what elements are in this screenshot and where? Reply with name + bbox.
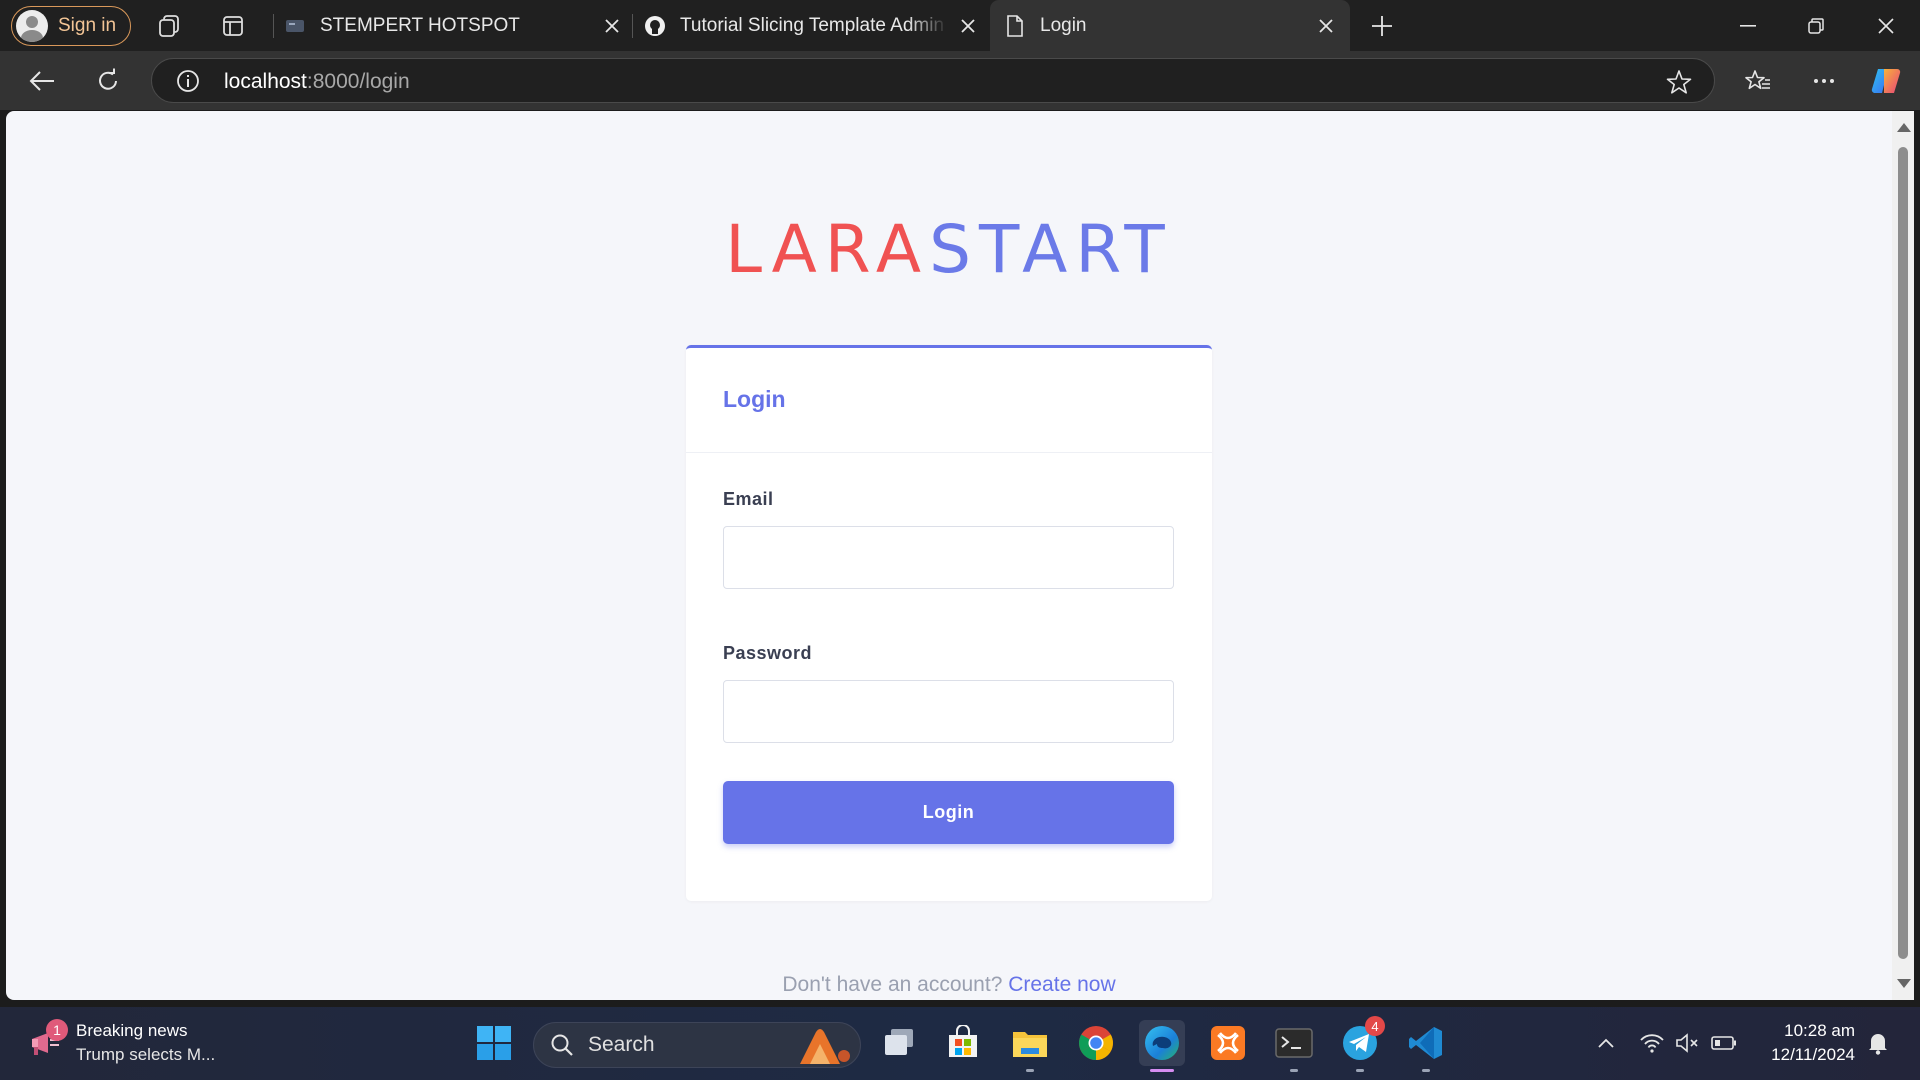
site-info-icon[interactable] [176, 69, 200, 93]
favorite-star-icon[interactable] [1666, 69, 1692, 95]
minimize-window-icon[interactable] [1714, 0, 1782, 51]
avatar-icon [16, 10, 48, 42]
tab-title: Login [1040, 14, 1087, 36]
back-arrow-icon[interactable] [26, 65, 58, 97]
tab-title: Tutorial Slicing Template Admin S [680, 14, 948, 36]
running-indicator [1290, 1069, 1298, 1072]
more-options-icon[interactable] [1808, 65, 1840, 97]
notification-bell-icon[interactable] [1864, 1029, 1892, 1057]
news-badge: 1 [46, 1019, 68, 1041]
search-icon [551, 1034, 573, 1056]
scroll-up-arrow-icon[interactable] [1897, 123, 1911, 132]
windows-taskbar: 1 Breaking news Trump selects M... Searc… [0, 1007, 1920, 1080]
scroll-down-arrow-icon[interactable] [1897, 979, 1911, 988]
workspaces-icon[interactable] [154, 11, 184, 41]
taskbar-search-box[interactable]: Search [533, 1022, 861, 1068]
create-account-link[interactable]: Create now [1008, 973, 1115, 996]
browser-tab-strip: Sign in STEMPERT HOTSPOT Tutorial Slicin… [0, 0, 1920, 51]
running-indicator [1422, 1069, 1430, 1072]
vertical-tabs-icon[interactable] [218, 11, 248, 41]
browser-toolbar: localhost:8000/login [0, 51, 1920, 110]
vertical-scrollbar[interactable] [1892, 111, 1914, 1000]
file-explorer-icon[interactable] [1007, 1020, 1053, 1072]
github-icon [644, 15, 666, 37]
login-card-header: Login [686, 348, 1212, 453]
microsoft-store-icon[interactable] [940, 1020, 986, 1066]
copilot-icon[interactable] [1870, 65, 1902, 97]
page-viewport: LARASTART Login Email Password Login Don… [6, 111, 1892, 1000]
sign-in-label: Sign in [58, 15, 117, 36]
address-bar[interactable]: localhost:8000/login [151, 58, 1715, 103]
site-favicon-icon [284, 15, 306, 37]
login-button[interactable]: Login [723, 781, 1174, 844]
close-tab-icon[interactable] [600, 14, 624, 38]
running-indicator [1026, 1069, 1034, 1072]
close-tab-icon[interactable] [1314, 14, 1338, 38]
terminal-icon[interactable] [1271, 1020, 1317, 1072]
xampp-icon[interactable] [1205, 1020, 1251, 1066]
clock-date: 12/11/2024 [1771, 1045, 1855, 1064]
scrollbar-thumb[interactable] [1898, 147, 1908, 959]
clock-time: 10:28 am [1784, 1021, 1855, 1040]
news-megaphone-icon: 1 [28, 1019, 68, 1061]
brand-part-start: START [929, 211, 1173, 288]
active-indicator [1150, 1069, 1174, 1072]
tab-login[interactable]: Login [990, 0, 1350, 51]
tab-separator [632, 14, 633, 38]
url-host: localhost [224, 70, 307, 93]
tab-tutorial-slicing[interactable]: Tutorial Slicing Template Admin S [644, 0, 980, 51]
restore-window-icon[interactable] [1782, 0, 1850, 51]
email-label: Email [723, 489, 774, 509]
page-document-icon [1004, 14, 1026, 37]
url-path: :8000/login [306, 70, 410, 93]
telegram-badge: 4 [1365, 1016, 1385, 1036]
new-tab-plus-icon[interactable] [1367, 11, 1397, 41]
tab-separator [273, 14, 274, 38]
password-label: Password [723, 643, 813, 663]
tab-stempert-hotspot[interactable]: STEMPERT HOTSPOT [284, 0, 624, 51]
edge-browser-icon[interactable] [1139, 1020, 1185, 1072]
brand-part-lara: LARA [725, 211, 930, 288]
close-window-icon[interactable] [1852, 0, 1920, 51]
signup-prompt-text: Don't have an account? [782, 973, 1003, 996]
windows-start-icon[interactable] [471, 1020, 517, 1066]
tab-title: STEMPERT HOTSPOT [320, 14, 520, 36]
system-clock[interactable]: 10:28 am 12/11/2024 [1755, 1019, 1855, 1067]
task-view-icon[interactable] [876, 1020, 922, 1066]
login-form: Email Password Login [686, 453, 1212, 844]
show-hidden-icons-chevron-icon[interactable] [1592, 1029, 1620, 1057]
wifi-icon[interactable] [1638, 1029, 1666, 1057]
battery-icon[interactable] [1710, 1029, 1738, 1057]
refresh-icon[interactable] [92, 65, 124, 97]
url-text[interactable]: localhost:8000/login [224, 70, 410, 94]
running-indicator [1356, 1069, 1364, 1072]
news-widget[interactable]: 1 Breaking news Trump selects M... [28, 1019, 215, 1067]
news-subtitle: Trump selects M... [76, 1045, 216, 1064]
brand-logo: LARASTART [6, 211, 1892, 288]
password-field[interactable] [723, 680, 1174, 743]
signup-prompt: Don't have an account? Create now [6, 973, 1892, 997]
chrome-icon[interactable] [1073, 1020, 1119, 1066]
news-title: Breaking news [76, 1021, 188, 1040]
login-card-title: Login [723, 386, 786, 412]
vscode-icon[interactable] [1403, 1020, 1449, 1072]
search-highlight-icon [800, 1029, 850, 1064]
login-card: Login Email Password Login [686, 345, 1212, 901]
close-tab-icon[interactable] [956, 14, 980, 38]
favorites-icon[interactable] [1742, 65, 1774, 97]
search-label: Search [588, 1033, 655, 1056]
telegram-icon[interactable]: 4 [1337, 1016, 1385, 1072]
email-field[interactable] [723, 526, 1174, 589]
volume-muted-icon[interactable] [1674, 1029, 1702, 1057]
profile-sign-in-button[interactable]: Sign in [11, 6, 131, 46]
